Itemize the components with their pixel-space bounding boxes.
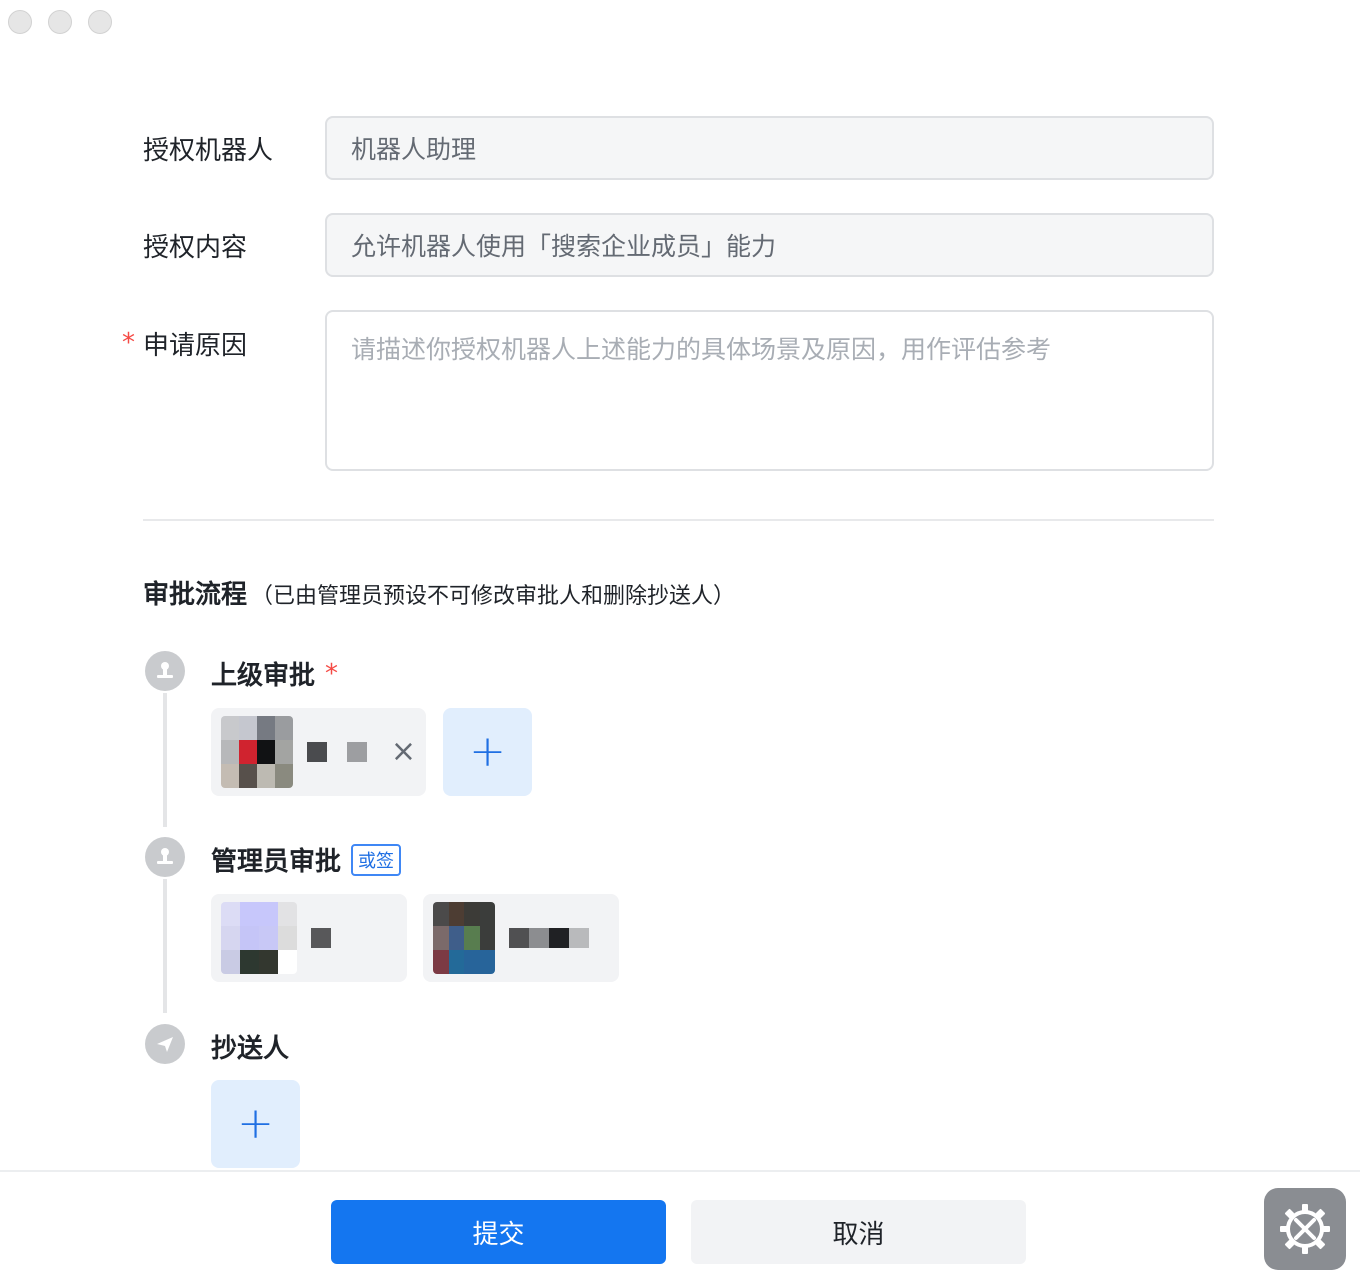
submit-button[interactable]: 提交 (331, 1200, 666, 1264)
node-title-cc: 抄送人 (211, 1028, 289, 1065)
reason-label: 申请原因 (143, 331, 248, 361)
approver-name (306, 742, 367, 762)
node-title-superior: 上级审批 * (211, 655, 338, 692)
stamp-icon (145, 837, 185, 877)
robot-label: 授权机器人 (143, 136, 274, 166)
minimize-window-button[interactable] (48, 10, 72, 34)
cancel-button[interactable]: 取消 (691, 1200, 1026, 1264)
divider (143, 519, 1214, 521)
or-sign-badge: 或签 (351, 843, 402, 876)
node-title-text: 管理员审批 (211, 847, 342, 877)
maximize-window-button[interactable] (88, 10, 112, 34)
stamp-icon (145, 651, 185, 691)
approver-chip (423, 894, 619, 982)
timeline-connector (163, 693, 167, 827)
window-controls (8, 10, 112, 34)
content-field: 允许机器人使用「搜索企业成员」能力 (325, 213, 1214, 277)
required-mark: * (325, 658, 339, 689)
add-cc-button[interactable]: + (211, 1080, 300, 1168)
node-title-text: 抄送人 (211, 1034, 290, 1064)
approval-note: （已由管理员预设不可修改审批人和删除抄送人） (251, 584, 736, 609)
node-title-text: 上级审批 (211, 661, 316, 691)
approver-name (311, 928, 331, 948)
close-icon[interactable]: × (391, 737, 416, 767)
approver-chip (211, 894, 407, 982)
plus-icon: + (237, 1098, 274, 1149)
timeline-connector (163, 879, 167, 1013)
content-label: 授权内容 (143, 233, 248, 263)
required-mark: * (122, 328, 135, 358)
avatar (221, 716, 293, 788)
plus-icon: + (469, 726, 506, 777)
reason-input[interactable] (325, 310, 1214, 471)
node-title-admin: 管理员审批 或签 (211, 841, 402, 878)
approval-title: 审批流程 (143, 580, 248, 610)
settings-tools-icon[interactable] (1264, 1188, 1346, 1270)
approver-name (509, 928, 589, 948)
approval-section-title: 审批流程 （已由管理员预设不可修改审批人和删除抄送人） (143, 574, 735, 611)
footer-bar: 提交 取消 (0, 1170, 1360, 1280)
add-approver-button[interactable]: + (443, 708, 532, 796)
approver-chip[interactable]: × (211, 708, 426, 796)
close-window-button[interactable] (8, 10, 32, 34)
robot-field: 机器人助理 (325, 116, 1214, 180)
avatar (433, 902, 495, 974)
send-icon (145, 1024, 185, 1064)
avatar (221, 902, 297, 974)
